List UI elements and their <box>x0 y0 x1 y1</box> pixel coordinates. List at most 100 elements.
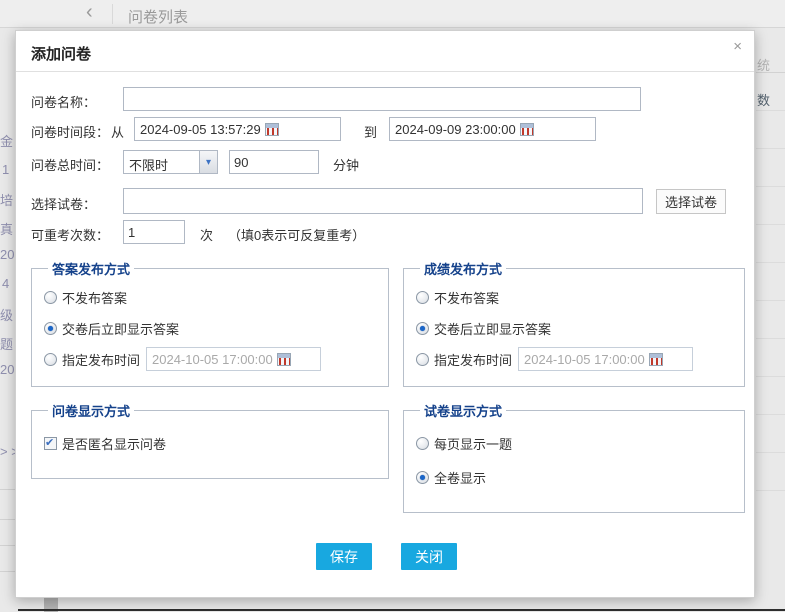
screen: ‹ 问卷列表 金 1 培 真 20 4 级 题 20 > > 统 数 添加问卷 … <box>0 0 785 612</box>
paper-display-legend: 试卷显示方式 <box>420 401 506 420</box>
score-publish-date-value: 2024-10-05 17:00:00 <box>524 352 645 367</box>
calendar-icon[interactable] <box>265 123 279 136</box>
option-label: 每页显示一题 <box>434 434 512 453</box>
score-option-none[interactable]: 不发布答案 <box>416 286 732 308</box>
bg-row-divider <box>756 338 785 339</box>
paper-option-one-per-page[interactable]: 每页显示一题 <box>416 432 732 454</box>
option-label: 全卷显示 <box>434 468 486 487</box>
back-icon[interactable]: ‹ <box>86 1 93 24</box>
option-label: 是否匿名显示问卷 <box>62 434 166 453</box>
add-questionnaire-dialog: 添加问卷 × 问卷名称： 问卷时间段： 从 2024-09-05 13:57:2… <box>15 30 755 598</box>
option-label: 交卷后立即显示答案 <box>62 319 179 338</box>
option-label: 不发布答案 <box>62 288 127 307</box>
score-option-immediate[interactable]: 交卷后立即显示答案 <box>416 317 732 339</box>
answer-option-none[interactable]: 不发布答案 <box>44 286 376 308</box>
answer-option-scheduled[interactable]: 指定发布时间 2024-10-05 17:00:00 <box>44 348 376 370</box>
bg-text-fragment: 20 <box>0 247 14 262</box>
answer-publish-date-input[interactable]: 2024-10-05 17:00:00 <box>146 347 321 371</box>
bg-row-divider <box>756 72 785 73</box>
bg-row-divider <box>756 224 785 225</box>
paper-input[interactable] <box>123 188 643 214</box>
radio[interactable] <box>416 322 429 335</box>
calendar-icon[interactable] <box>649 353 663 366</box>
score-option-scheduled[interactable]: 指定发布时间 2024-10-05 17:00:00 <box>416 348 732 370</box>
option-label: 指定发布时间 <box>434 350 512 369</box>
bg-text-fragment: 20 <box>0 362 14 377</box>
checkbox[interactable] <box>44 437 57 450</box>
bg-text-fragment: 培 <box>0 190 13 209</box>
bg-row-divider <box>756 262 785 263</box>
bg-text-fragment: 级 <box>0 305 13 324</box>
bg-row-divider <box>756 300 785 301</box>
to-label: 到 <box>364 122 377 141</box>
calendar-icon[interactable] <box>277 353 291 366</box>
answer-publish-date-value: 2024-10-05 17:00:00 <box>152 352 273 367</box>
duration-select[interactable]: 不限时 ▾ <box>123 150 218 174</box>
bg-row-divider <box>0 489 15 490</box>
bg-row-divider <box>0 519 15 520</box>
chevron-down-icon[interactable]: ▾ <box>199 151 217 173</box>
from-label: 从 <box>111 122 124 141</box>
page-title: 问卷列表 <box>128 6 188 27</box>
bg-row-divider <box>0 571 15 572</box>
option-label: 交卷后立即显示答案 <box>434 319 551 338</box>
bg-row-divider <box>756 110 785 111</box>
bg-row-divider <box>756 414 785 415</box>
duration-label: 问卷总时间： <box>31 155 109 174</box>
bg-text-fragment: 数 <box>757 90 770 109</box>
bg-text-fragment: 真 <box>0 219 13 238</box>
paper-label: 选择试卷： <box>31 194 96 213</box>
from-date-input[interactable]: 2024-09-05 13:57:29 <box>134 117 341 141</box>
bg-row-divider <box>756 148 785 149</box>
questionnaire-display-group: 问卷显示方式 是否匿名显示问卷 <box>31 401 389 479</box>
score-publish-date-input[interactable]: 2024-10-05 17:00:00 <box>518 347 693 371</box>
topbar-divider <box>112 4 113 24</box>
radio[interactable] <box>416 437 429 450</box>
bg-text-fragment: 1 <box>2 162 9 177</box>
minutes-unit: 分钟 <box>333 155 359 174</box>
header-divider <box>16 71 754 72</box>
name-input[interactable] <box>123 87 641 111</box>
bg-text-fragment: 金 <box>0 131 13 150</box>
score-publish-group: 成绩发布方式 不发布答案 交卷后立即显示答案 指定发布时间 2024-10-05… <box>403 259 745 387</box>
radio[interactable] <box>44 353 57 366</box>
to-date-value: 2024-09-09 23:00:00 <box>395 122 516 137</box>
radio[interactable] <box>416 471 429 484</box>
retake-label: 可重考次数： <box>31 225 109 244</box>
page-topbar: ‹ 问卷列表 <box>0 0 785 28</box>
name-label: 问卷名称： <box>31 92 96 111</box>
anonymous-option[interactable]: 是否匿名显示问卷 <box>44 432 376 454</box>
retake-input[interactable] <box>123 220 185 244</box>
retake-unit: 次 <box>200 225 213 244</box>
dialog-title: 添加问卷 <box>31 43 91 64</box>
radio[interactable] <box>44 291 57 304</box>
bg-bottom-border <box>18 609 785 611</box>
to-date-input[interactable]: 2024-09-09 23:00:00 <box>389 117 596 141</box>
paper-option-full[interactable]: 全卷显示 <box>416 466 732 488</box>
bg-row-divider <box>0 545 15 546</box>
score-publish-legend: 成绩发布方式 <box>420 259 506 278</box>
period-label: 问卷时间段： <box>31 122 109 141</box>
minutes-input[interactable] <box>229 150 319 174</box>
option-label: 指定发布时间 <box>62 350 140 369</box>
from-date-value: 2024-09-05 13:57:29 <box>140 122 261 137</box>
radio[interactable] <box>416 291 429 304</box>
bg-row-divider <box>756 452 785 453</box>
bg-row-divider <box>756 376 785 377</box>
choose-paper-button[interactable]: 选择试卷 <box>656 189 726 214</box>
bg-row-divider <box>756 186 785 187</box>
close-button[interactable]: 关闭 <box>401 543 457 570</box>
close-icon[interactable]: × <box>733 39 742 54</box>
calendar-icon[interactable] <box>520 123 534 136</box>
paper-display-group: 试卷显示方式 每页显示一题 全卷显示 <box>403 401 745 513</box>
bg-text-fragment: 题 <box>0 334 13 353</box>
retake-hint: （填0表示可反复重考） <box>228 225 365 244</box>
questionnaire-display-legend: 问卷显示方式 <box>48 401 134 420</box>
radio[interactable] <box>416 353 429 366</box>
bg-row-divider <box>756 490 785 491</box>
radio[interactable] <box>44 322 57 335</box>
answer-option-immediate[interactable]: 交卷后立即显示答案 <box>44 317 376 339</box>
answer-publish-group: 答案发布方式 不发布答案 交卷后立即显示答案 指定发布时间 2024-10-05… <box>31 259 389 387</box>
save-button[interactable]: 保存 <box>316 543 372 570</box>
duration-select-value: 不限时 <box>124 151 199 173</box>
